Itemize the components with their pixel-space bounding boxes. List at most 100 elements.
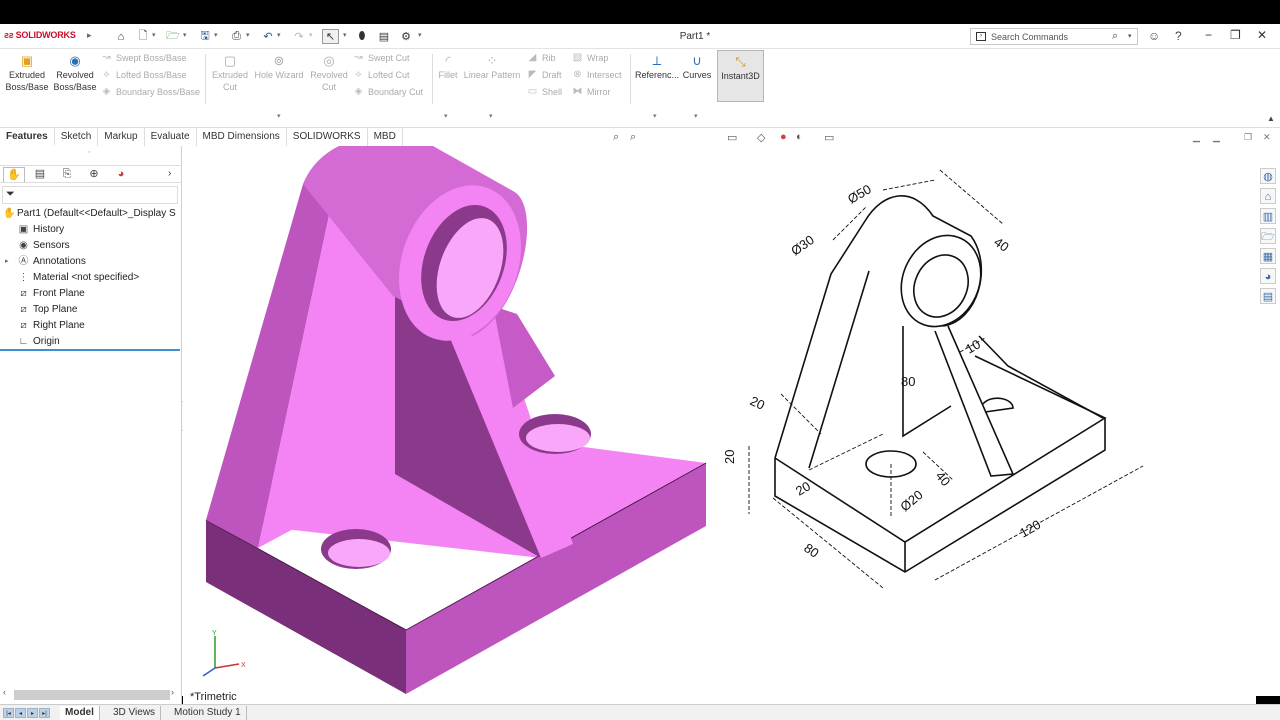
- dimxpert-manager-tab-icon[interactable]: ⊕: [83, 167, 105, 182]
- collapse-ribbon-icon[interactable]: ▲: [1267, 114, 1275, 123]
- tree-item-annotations[interactable]: ▸ Ⓐ Annotations: [0, 254, 182, 270]
- file-explorer-icon[interactable]: ▥: [1260, 208, 1276, 224]
- tab-markup[interactable]: Markup: [98, 128, 145, 146]
- rebuild-traffic-light-icon[interactable]: ⬮: [356, 29, 368, 44]
- new-dropdown-icon[interactable]: ▾: [152, 31, 156, 39]
- view-orientation-icon[interactable]: ▭: [727, 131, 737, 144]
- tab-sketch[interactable]: Sketch: [55, 128, 99, 146]
- close-icon[interactable]: ✕: [1257, 28, 1267, 42]
- select-cursor-icon[interactable]: ↖: [322, 29, 339, 44]
- rib-button[interactable]: ◢ Rib: [526, 52, 556, 63]
- tree-item-origin[interactable]: ∟ Origin: [0, 334, 182, 350]
- search-dropdown-icon[interactable]: ▾: [1128, 32, 1132, 40]
- tab-mbd-dimensions[interactable]: MBD Dimensions: [197, 128, 287, 146]
- viewport-minimize-icon[interactable]: ▁: [1193, 132, 1200, 143]
- last-tab-icon[interactable]: ▸|: [39, 708, 50, 718]
- minimize-icon[interactable]: −: [1205, 28, 1212, 42]
- horizontal-scrollbar[interactable]: [14, 690, 170, 700]
- tab-motion-study-1[interactable]: Motion Study 1: [169, 706, 247, 720]
- solidworks-resources-icon[interactable]: ◍: [1260, 168, 1276, 184]
- undo-dropdown-icon[interactable]: ▾: [277, 31, 281, 39]
- configuration-manager-tab-icon[interactable]: ⎘: [56, 167, 78, 182]
- tab-mbd[interactable]: MBD: [368, 128, 403, 146]
- user-account-icon[interactable]: ☺: [1148, 29, 1160, 43]
- panel-grip-icon[interactable]: ◦: [88, 149, 90, 156]
- lofted-boss-button[interactable]: ⟡ Lofted Boss/Base: [100, 69, 186, 80]
- 3d-bracket-model[interactable]: [205, 146, 707, 694]
- tab-solidworks-addins[interactable]: SOLIDWORKS: [287, 128, 368, 146]
- more-tabs-chevron-icon[interactable]: ›: [168, 168, 171, 179]
- tree-item-front-plane[interactable]: ⧄ Front Plane: [0, 286, 182, 302]
- tree-item-history[interactable]: ▣ History: [0, 222, 182, 238]
- tab-model[interactable]: Model: [60, 706, 100, 720]
- restore-icon[interactable]: ❐: [1230, 28, 1241, 42]
- curves-button[interactable]: ∪ Curves: [681, 52, 713, 81]
- print-dropdown-icon[interactable]: ▾: [246, 31, 250, 39]
- rollback-bar[interactable]: [0, 349, 180, 351]
- scenes-icon[interactable]: ◕: [1260, 268, 1276, 284]
- lofted-cut-button[interactable]: ⟡ Lofted Cut: [352, 69, 409, 80]
- scroll-left-icon[interactable]: ‹: [3, 687, 6, 697]
- shell-button[interactable]: ▭ Shell: [526, 86, 562, 97]
- redo-dropdown-icon[interactable]: ▾: [309, 31, 313, 39]
- file-properties-icon[interactable]: ▤: [377, 29, 391, 44]
- save-dropdown-icon[interactable]: ▾: [214, 31, 218, 39]
- save-icon[interactable]: 🖫: [198, 29, 212, 44]
- instant3d-button[interactable]: ⤡ Instant3D: [717, 50, 764, 102]
- expand-arrow-icon[interactable]: ▸: [5, 254, 9, 269]
- select-dropdown-icon[interactable]: ▾: [343, 31, 347, 39]
- solidworks-logo[interactable]: ƨƨ SOLIDWORKS: [4, 30, 76, 40]
- linear-pattern-dropdown-icon[interactable]: ▾: [489, 112, 493, 120]
- draft-button[interactable]: ◤ Draft: [526, 69, 562, 80]
- zoom-to-area-icon[interactable]: ⌕: [630, 131, 636, 144]
- appearance-icon[interactable]: ●: [780, 131, 787, 143]
- options-dropdown-icon[interactable]: ▾: [418, 31, 422, 39]
- tab-features[interactable]: Features: [0, 128, 55, 146]
- swept-boss-button[interactable]: ↝ Swept Boss/Base: [100, 52, 186, 63]
- extruded-cut-button[interactable]: ▢ Extruded Cut: [208, 52, 252, 93]
- fillet-dropdown-icon[interactable]: ▾: [444, 112, 448, 120]
- tab-3d-views[interactable]: 3D Views: [108, 706, 162, 720]
- wrap-button[interactable]: ▧ Wrap: [571, 52, 609, 63]
- mirror-button[interactable]: ⧓ Mirror: [571, 86, 611, 97]
- view-palette-icon[interactable]: 🗁: [1260, 228, 1276, 244]
- display-style-icon[interactable]: ◇: [757, 131, 765, 144]
- scene-icon[interactable]: ◐: [796, 131, 803, 143]
- extruded-boss-button[interactable]: ▣ Extruded Boss/Base: [4, 52, 50, 93]
- first-tab-icon[interactable]: |◂: [3, 708, 14, 718]
- reference-geometry-button[interactable]: ⟂ Referenc...: [634, 52, 680, 81]
- home-icon[interactable]: ⌂: [114, 29, 128, 44]
- display-settings-icon[interactable]: ▭: [824, 131, 834, 144]
- property-manager-tab-icon[interactable]: ▤: [29, 167, 51, 182]
- open-folder-icon[interactable]: 🗁: [166, 29, 180, 44]
- boundary-cut-button[interactable]: ◈ Boundary Cut: [352, 86, 423, 97]
- search-icon[interactable]: ⌕: [1112, 30, 1118, 43]
- appearances-icon[interactable]: ▦: [1260, 248, 1276, 264]
- graphics-area[interactable]: Y X Ø50 Ø30 40 10 80 20 20 20 40 Ø20 80 …: [183, 146, 1256, 706]
- tree-filter-box[interactable]: ⏷: [2, 186, 178, 204]
- prev-tab-icon[interactable]: ◂: [15, 708, 26, 718]
- tree-root-part[interactable]: ✋ Part1 (Default<<Default>_Display S: [0, 206, 182, 222]
- viewport-close-icon[interactable]: ✕: [1263, 132, 1271, 143]
- tree-item-sensors[interactable]: ◉ Sensors: [0, 238, 182, 254]
- zoom-to-fit-icon[interactable]: ⌕: [613, 131, 619, 144]
- next-tab-icon[interactable]: ▸: [27, 708, 38, 718]
- scroll-right-icon[interactable]: ›: [171, 687, 174, 697]
- viewport-restore-icon[interactable]: ❐: [1244, 132, 1252, 143]
- revolved-cut-button[interactable]: ◎ Revolved Cut: [307, 52, 351, 93]
- new-document-icon[interactable]: 🗋: [137, 29, 149, 44]
- menu-expand-icon[interactable]: ▸: [87, 30, 92, 41]
- design-library-icon[interactable]: ⌂: [1260, 188, 1276, 204]
- print-icon[interactable]: ⎙: [229, 29, 244, 44]
- search-commands-input[interactable]: [991, 30, 1101, 43]
- hole-wizard-dropdown-icon[interactable]: ▾: [277, 112, 281, 120]
- reference-dropdown-icon[interactable]: ▾: [653, 112, 657, 120]
- revolved-boss-button[interactable]: ◉ Revolved Boss/Base: [52, 52, 98, 93]
- tree-item-material[interactable]: ⋮ Material <not specified>: [0, 270, 182, 286]
- open-dropdown-icon[interactable]: ▾: [183, 31, 187, 39]
- search-commands-box[interactable]: › ⌕ ▾: [970, 28, 1138, 45]
- options-gear-icon[interactable]: ⚙: [399, 29, 413, 44]
- tree-item-right-plane[interactable]: ⧄ Right Plane: [0, 318, 182, 334]
- display-manager-tab-icon[interactable]: ◕: [110, 167, 132, 182]
- tab-evaluate[interactable]: Evaluate: [145, 128, 197, 146]
